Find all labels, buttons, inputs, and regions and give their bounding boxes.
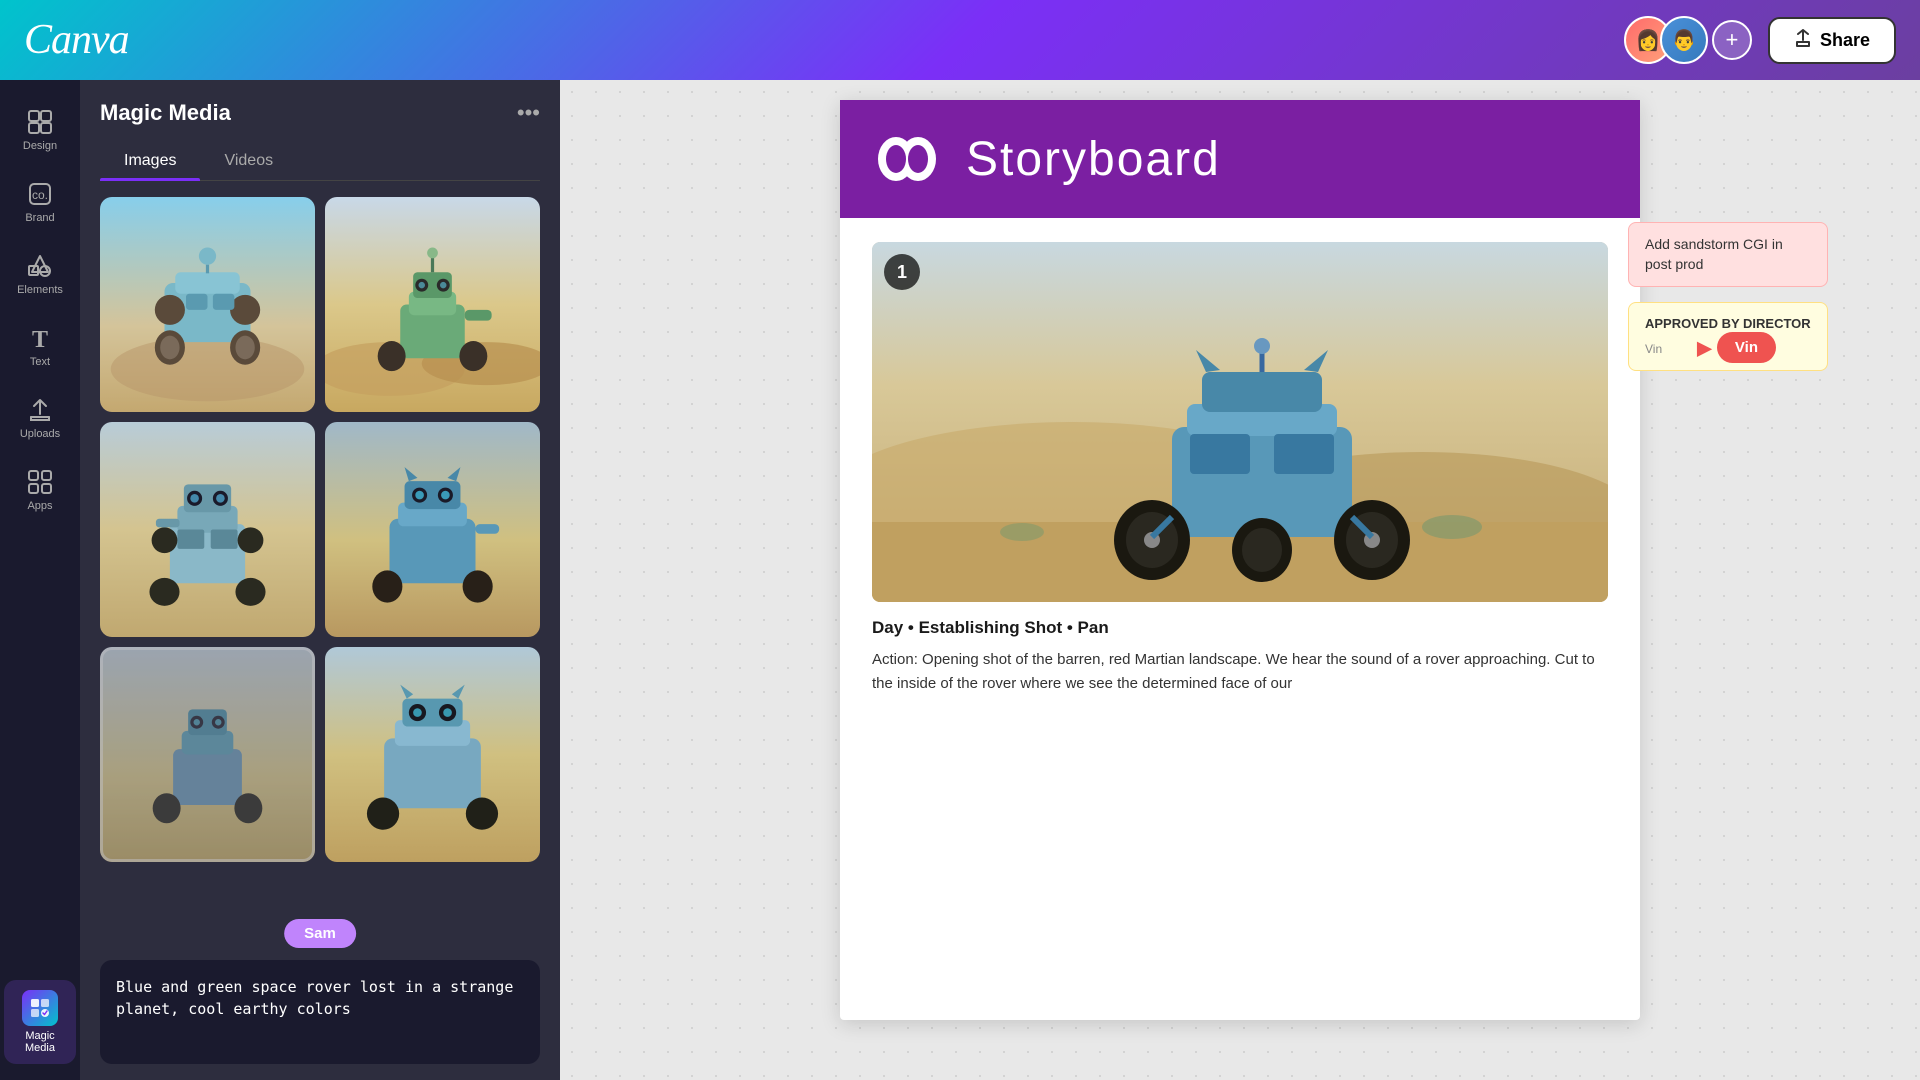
drag-overlay	[100, 647, 315, 862]
app-header: Canva 👩 👨 + Share	[0, 0, 1920, 80]
storyboard-title: Storyboard	[966, 132, 1221, 187]
sidebar-item-uploads[interactable]: Uploads	[4, 384, 76, 452]
sidebar-item-design[interactable]: Design	[4, 96, 76, 164]
sidebar-item-brand[interactable]: co. Brand	[4, 168, 76, 236]
image-grid	[80, 181, 560, 878]
brand-label: Brand	[25, 212, 54, 224]
prompt-text-area	[100, 960, 540, 1065]
svg-text:co.: co.	[32, 188, 48, 202]
storyboard-header: Storyboard	[840, 100, 1640, 218]
cursor-arrow-icon: ▶	[1697, 335, 1712, 360]
scene-container-1: 1 Add sandstorm CGI in post prod ▶ Vin	[872, 242, 1608, 696]
scene-number-badge: 1	[884, 254, 920, 290]
share-button[interactable]: Share	[1768, 17, 1896, 64]
design-icon	[26, 108, 54, 136]
elements-label: Elements	[17, 284, 63, 296]
add-collaborator-button[interactable]: +	[1712, 20, 1752, 60]
panel-title: Magic Media	[100, 100, 231, 126]
annotation-sandstorm-text: Add sandstorm CGI in post prod	[1645, 236, 1783, 272]
panel-header: Magic Media •••	[80, 80, 560, 142]
sidebar-item-magic-media[interactable]: Magic Media	[4, 980, 76, 1064]
canva-logo: Canva	[24, 16, 129, 64]
tab-videos[interactable]: Videos	[200, 142, 297, 180]
canvas-area: Storyboard	[560, 80, 1920, 1080]
main-layout: Design co. Brand Elements	[0, 80, 1920, 1080]
scene-caption: Day • Establishing Shot • Pan Action: Op…	[872, 618, 1608, 696]
sam-cursor-label: Sam	[284, 919, 356, 948]
vin-badge-container: ▶ Vin	[1717, 332, 1776, 363]
apps-icon	[26, 468, 54, 496]
brand-icon: co.	[26, 180, 54, 208]
tab-images[interactable]: Images	[100, 142, 200, 180]
elements-icon	[26, 252, 54, 280]
design-label: Design	[23, 140, 57, 152]
apps-label: Apps	[27, 500, 52, 512]
uploads-label: Uploads	[20, 428, 60, 440]
sam-cursor-container: Sam	[284, 919, 356, 948]
storyboard-content: 1 Add sandstorm CGI in post prod ▶ Vin	[840, 218, 1640, 740]
grid-image-4[interactable]	[325, 422, 540, 637]
sidebar: Design co. Brand Elements	[0, 80, 80, 1080]
share-icon	[1794, 29, 1812, 52]
scene-shot-info: Day • Establishing Shot • Pan	[872, 618, 1608, 638]
text-icon: T	[26, 324, 54, 352]
magic-media-label: Magic Media	[12, 1030, 68, 1054]
annotation-approved-title: APPROVED BY DIRECTOR	[1645, 315, 1811, 333]
share-label: Share	[1820, 30, 1870, 51]
header-actions: 👩 👨 + Share	[1624, 16, 1896, 64]
scene-action-text: Action: Opening shot of the barren, red …	[872, 648, 1608, 696]
grid-image-5[interactable]	[100, 647, 315, 862]
svg-text:T: T	[32, 327, 48, 351]
grid-image-3[interactable]	[100, 422, 315, 637]
storyboard-card: Storyboard	[840, 100, 1640, 1020]
prompt-input[interactable]	[116, 976, 524, 1044]
grid-image-2[interactable]	[325, 197, 540, 412]
grid-image-6[interactable]	[325, 647, 540, 862]
sidebar-item-apps[interactable]: Apps	[4, 456, 76, 524]
magic-media-panel: Magic Media ••• Images Videos	[80, 80, 560, 1080]
sidebar-item-text[interactable]: T Text	[4, 312, 76, 380]
storyboard-logo	[872, 124, 942, 194]
sidebar-item-elements[interactable]: Elements	[4, 240, 76, 308]
vin-cursor-area: ▶ Vin	[1717, 332, 1776, 363]
scene-image-1: 1	[872, 242, 1608, 602]
text-label: Text	[30, 356, 50, 368]
annotation-sandstorm[interactable]: Add sandstorm CGI in post prod	[1628, 222, 1828, 287]
more-options-button[interactable]: •••	[517, 100, 540, 126]
collaborators-avatars: 👩 👨 +	[1624, 16, 1752, 64]
uploads-icon	[26, 396, 54, 424]
vin-cursor-label: Vin	[1717, 332, 1776, 363]
panel-grid-wrapper: Sam	[80, 181, 560, 960]
panel-tabs: Images Videos	[100, 142, 540, 181]
grid-image-1[interactable]	[100, 197, 315, 412]
magic-media-icon	[22, 990, 58, 1026]
avatar-2[interactable]: 👨	[1660, 16, 1708, 64]
